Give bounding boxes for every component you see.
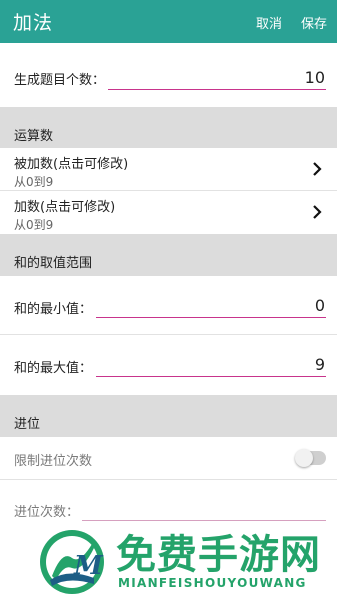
operands-section-header: 运算数 xyxy=(0,107,337,148)
page-title: 加法 xyxy=(13,12,54,34)
addend-label: 加数(点击可修改) xyxy=(14,200,116,215)
chevron-right-icon xyxy=(313,162,322,176)
svg-text:M: M xyxy=(73,551,104,581)
limit-carry-row: 限制进位次数 xyxy=(0,437,337,479)
addend-item[interactable]: 加数(点击可修改) 从0到9 xyxy=(0,191,337,234)
addend-range: 从0到9 xyxy=(14,218,54,232)
sum-max-value: 9 xyxy=(314,355,325,374)
app-bar: 加法 取消 保存 xyxy=(0,0,337,43)
sum-range-section-title: 和的取值范围 xyxy=(14,256,93,271)
augend-label: 被加数(点击可修改) xyxy=(14,157,129,172)
augend-item[interactable]: 被加数(点击可修改) 从0到9 xyxy=(0,148,337,190)
operands-section-title: 运算数 xyxy=(14,129,54,144)
watermark: M 免费手游网 MIANFEISHOUYOUWANG xyxy=(0,518,337,600)
augend-range: 从0到9 xyxy=(14,175,54,189)
limit-carry-label: 限制进位次数 xyxy=(14,454,93,469)
watermark-logo-icon: M xyxy=(40,530,104,594)
cancel-button[interactable]: 取消 xyxy=(256,13,282,32)
chevron-right-icon xyxy=(313,205,322,219)
sum-min-value: 0 xyxy=(314,296,325,315)
sum-min-label: 和的最小值： xyxy=(14,302,93,317)
sum-min-input[interactable]: 0 xyxy=(96,294,326,318)
sum-max-input[interactable]: 9 xyxy=(96,353,326,377)
question-count-value: 10 xyxy=(304,68,325,87)
carry-section-title: 进位 xyxy=(14,417,41,432)
question-count-label: 生成题目个数： xyxy=(14,73,106,88)
toggle-knob xyxy=(295,449,313,467)
carry-section-header: 进位 xyxy=(0,395,337,437)
watermark-subtitle: MIANFEISHOUYOUWANG xyxy=(118,576,307,590)
question-count-field[interactable]: 10 xyxy=(108,66,326,90)
save-button[interactable]: 保存 xyxy=(301,13,327,32)
sum-range-section-header: 和的取值范围 xyxy=(0,234,337,276)
sum-max-label: 和的最大值： xyxy=(14,361,93,376)
watermark-brand: 免费手游网 xyxy=(116,532,321,578)
limit-carry-toggle[interactable] xyxy=(295,449,326,467)
